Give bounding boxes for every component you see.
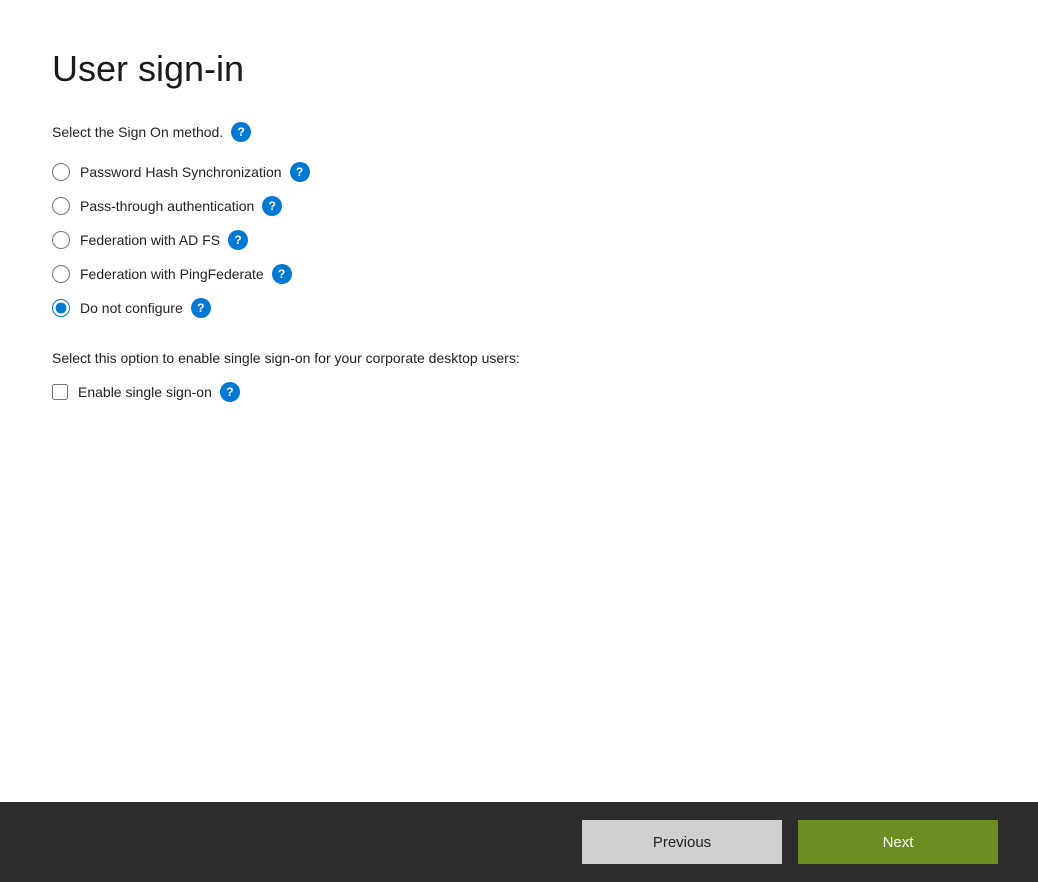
checkbox-item-sso[interactable]: Enable single sign-on ? [52, 382, 986, 402]
sign-on-radio-group: Password Hash Synchronization ? Pass-thr… [52, 162, 986, 318]
radio-item-none[interactable]: Do not configure ? [52, 298, 986, 318]
radio-none[interactable] [52, 299, 70, 317]
next-button[interactable]: Next [798, 820, 998, 864]
help-icon-ping[interactable]: ? [272, 264, 292, 284]
radio-ping[interactable] [52, 265, 70, 283]
footer: Previous Next [0, 802, 1038, 882]
radio-phs[interactable] [52, 163, 70, 181]
section-help-icon[interactable]: ? [231, 122, 251, 142]
page-title: User sign-in [52, 48, 986, 90]
help-icon-phs[interactable]: ? [290, 162, 310, 182]
radio-item-ping[interactable]: Federation with PingFederate ? [52, 264, 986, 284]
checkbox-sso[interactable] [52, 384, 68, 400]
radio-adfs[interactable] [52, 231, 70, 249]
section-label: Select the Sign On method. ? [52, 122, 986, 142]
help-icon-adfs[interactable]: ? [228, 230, 248, 250]
radio-item-pta[interactable]: Pass-through authentication ? [52, 196, 986, 216]
sso-section: Select this option to enable single sign… [52, 350, 986, 402]
main-content: User sign-in Select the Sign On method. … [0, 0, 1038, 802]
help-icon-none[interactable]: ? [191, 298, 211, 318]
help-icon-pta[interactable]: ? [262, 196, 282, 216]
radio-item-phs[interactable]: Password Hash Synchronization ? [52, 162, 986, 182]
previous-button[interactable]: Previous [582, 820, 782, 864]
radio-item-adfs[interactable]: Federation with AD FS ? [52, 230, 986, 250]
help-icon-sso[interactable]: ? [220, 382, 240, 402]
sso-description: Select this option to enable single sign… [52, 350, 986, 366]
radio-pta[interactable] [52, 197, 70, 215]
